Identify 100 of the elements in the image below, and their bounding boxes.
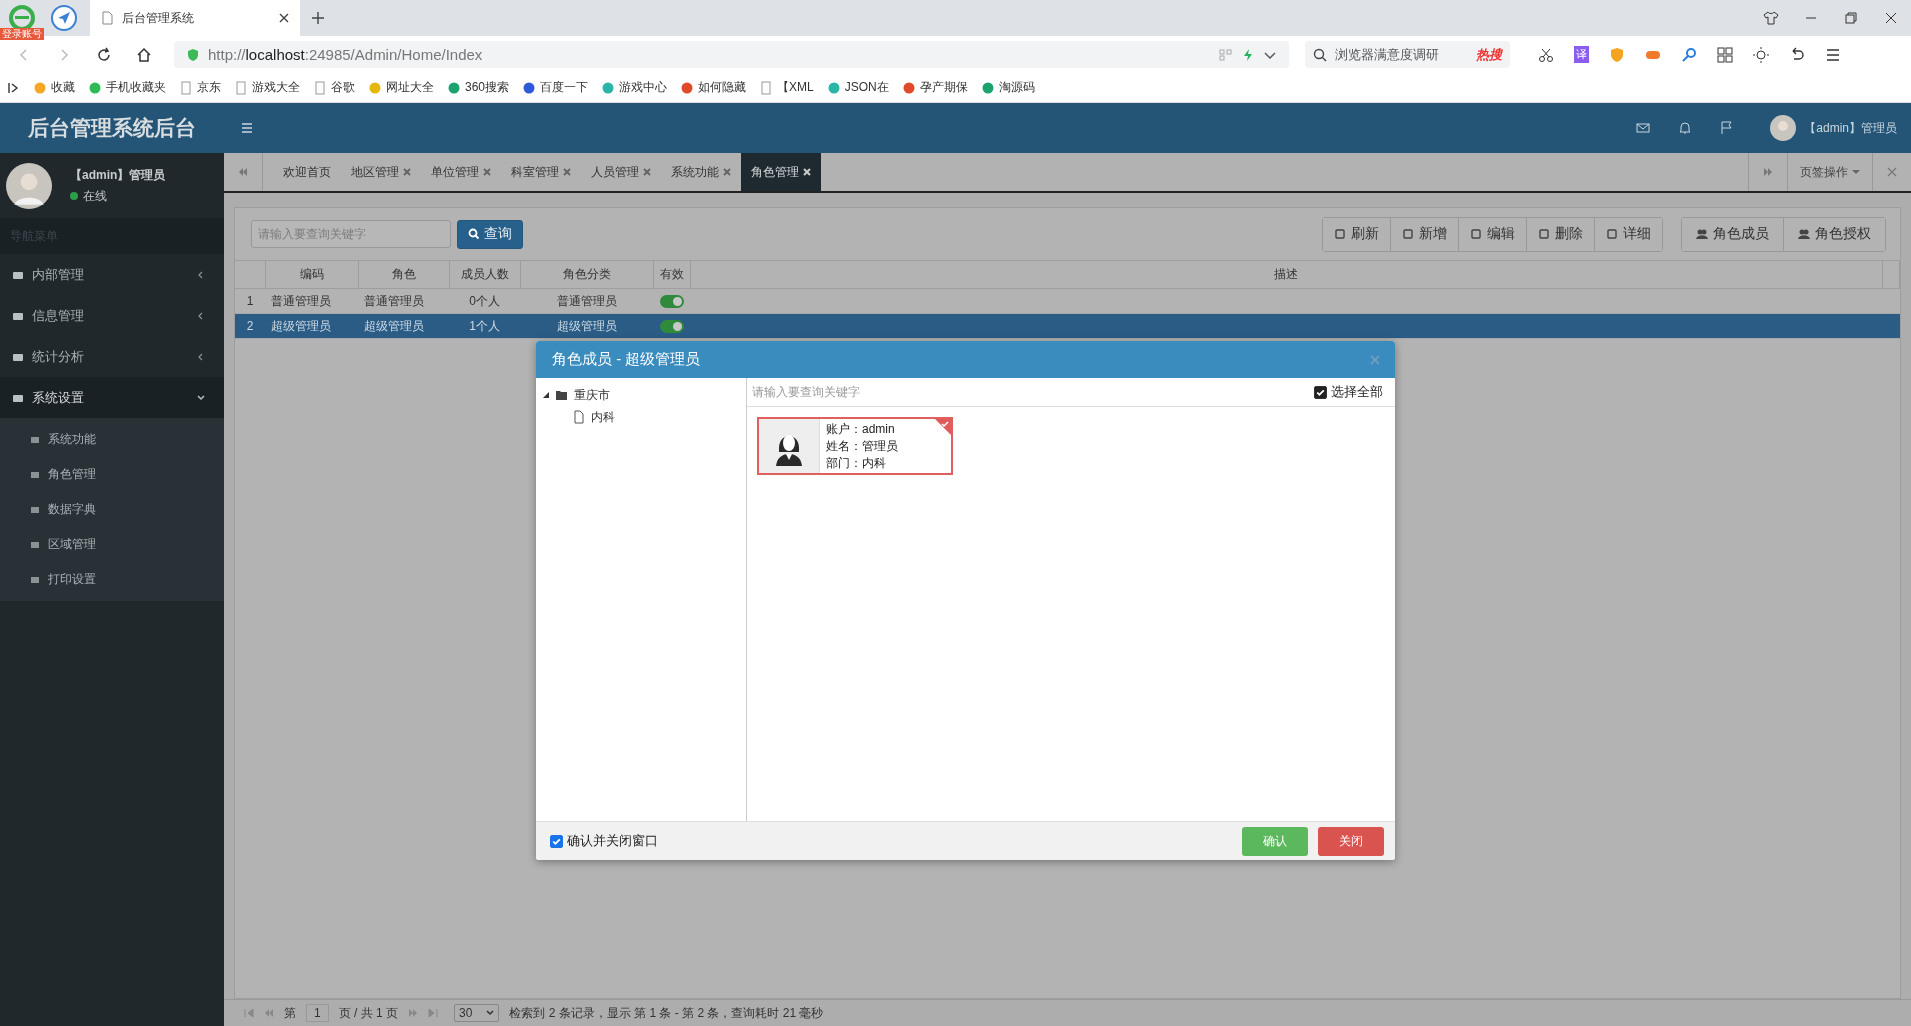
header-user-name[interactable]: 【admin】管理员 bbox=[1804, 119, 1897, 137]
table-cell: 1个人 bbox=[449, 313, 520, 339]
new-tab-icon[interactable] bbox=[310, 10, 326, 26]
search-button[interactable]: 查询 bbox=[457, 219, 523, 249]
sidebar-toggle-icon[interactable] bbox=[8, 81, 20, 94]
bookmark[interactable]: 网址大全 bbox=[368, 79, 434, 96]
user-avatar bbox=[6, 162, 52, 209]
select-all-checkbox[interactable]: 选择全部 bbox=[1314, 383, 1383, 401]
browser-search-field[interactable]: 浏览器满意度调研 热搜 bbox=[1305, 41, 1510, 68]
shirt-icon[interactable] bbox=[1763, 10, 1779, 26]
bookmark[interactable]: 如何隐藏 bbox=[680, 79, 747, 96]
submenu-item[interactable]: 角色管理 bbox=[0, 457, 224, 492]
circle-icon bbox=[901, 80, 916, 95]
table-cell: 普通管理员 bbox=[358, 288, 449, 314]
toolbar-button[interactable]: 角色成员 bbox=[1682, 217, 1784, 251]
pager-info: 检索到 2 条记录，显示 第 1 条 - 第 2 条，查询耗时 21 毫秒 bbox=[509, 1004, 824, 1022]
restore-icon[interactable] bbox=[1843, 10, 1859, 26]
page-tab[interactable]: 地区管理 bbox=[341, 153, 421, 191]
bookmark[interactable]: 百度一下 bbox=[522, 79, 589, 96]
bell-icon[interactable] bbox=[1678, 121, 1693, 135]
compass-icon[interactable] bbox=[50, 4, 78, 32]
page-icon bbox=[179, 80, 193, 95]
page-number-field[interactable]: 1 bbox=[306, 1004, 329, 1022]
member-account: 账户：admin bbox=[826, 420, 896, 438]
page-tab[interactable]: 欢迎首页 bbox=[263, 153, 341, 191]
bookmark[interactable]: 京东 bbox=[179, 79, 221, 96]
sun-icon[interactable] bbox=[1753, 46, 1769, 63]
user-name: 【admin】管理员 bbox=[70, 166, 166, 184]
magnifier-icon[interactable] bbox=[1681, 46, 1697, 63]
bookmark[interactable]: 谷歌 bbox=[313, 79, 355, 96]
toggle-switch[interactable] bbox=[659, 320, 684, 334]
page-tab[interactable]: 单位管理 bbox=[421, 153, 501, 191]
caret-icon bbox=[1852, 168, 1860, 176]
browser-tab[interactable]: 后台管理系统 bbox=[90, 0, 300, 36]
reload-icon[interactable] bbox=[96, 46, 112, 63]
member-card[interactable]: 账户：admin 姓名：管理员 部门：内科 bbox=[757, 417, 953, 475]
column-header[interactable]: 有效 bbox=[653, 260, 690, 289]
bookmark[interactable]: 360搜索 bbox=[447, 79, 510, 96]
page-tab[interactable]: 角色管理 bbox=[741, 153, 821, 191]
column-header[interactable]: 角色 bbox=[358, 260, 449, 289]
grid-icon[interactable] bbox=[1717, 46, 1733, 63]
home-icon[interactable] bbox=[136, 46, 152, 63]
flag-icon[interactable] bbox=[1720, 121, 1735, 135]
menu-item[interactable]: 信息管理 bbox=[0, 295, 224, 336]
toolbar-button[interactable]: 刷新 bbox=[1323, 217, 1391, 251]
bolt-icon[interactable] bbox=[1241, 47, 1255, 62]
close-button[interactable]: 关闭 bbox=[1318, 826, 1384, 856]
tab-operations-dropdown[interactable]: 页签操作 bbox=[1787, 153, 1872, 191]
bookmark[interactable]: 淘源码 bbox=[980, 79, 1035, 96]
login-badge[interactable]: 登录账号 bbox=[0, 28, 44, 40]
column-header[interactable]: 编码 bbox=[265, 260, 358, 289]
bookmark[interactable]: 收藏 bbox=[33, 79, 75, 96]
menu-icon[interactable] bbox=[240, 121, 254, 135]
expander-icon[interactable] bbox=[542, 391, 550, 399]
translate-button[interactable]: 译 bbox=[1574, 46, 1589, 63]
menu-icon[interactable] bbox=[1825, 46, 1841, 63]
toggle-switch[interactable] bbox=[659, 295, 684, 309]
submenu-item-icon bbox=[30, 574, 40, 585]
bookmark[interactable]: 游戏大全 bbox=[234, 79, 300, 96]
tree-node[interactable]: 重庆市 bbox=[542, 384, 740, 406]
table-cell: 0个人 bbox=[449, 288, 520, 314]
bookmark[interactable]: 游戏中心 bbox=[601, 79, 668, 96]
menu-item[interactable]: 系统设置 bbox=[0, 377, 224, 418]
file-icon bbox=[572, 410, 586, 424]
column-header[interactable]: 描述 bbox=[690, 260, 1883, 289]
submenu-item[interactable]: 系统功能 bbox=[0, 422, 224, 457]
page-tab[interactable]: 科室管理 bbox=[501, 153, 581, 191]
square-icon bbox=[1606, 228, 1618, 240]
hot-search-label[interactable]: 热搜 bbox=[1476, 45, 1502, 64]
bookmark[interactable]: JSON在 bbox=[826, 79, 889, 96]
page-icon bbox=[100, 11, 114, 25]
chevron-down-icon bbox=[196, 392, 206, 403]
page-size-dropdown[interactable]: 30 bbox=[454, 1004, 500, 1022]
confirm-close-checkbox[interactable]: 确认并关闭窗口 bbox=[550, 832, 658, 850]
table-row[interactable]: 1 普通管理员 普通管理员 0个人 普通管理员 bbox=[235, 288, 1900, 314]
column-header[interactable]: 角色分类 bbox=[520, 260, 653, 289]
tree-node[interactable]: 内科 bbox=[542, 406, 740, 428]
menu-item[interactable]: 统计分析 bbox=[0, 336, 224, 377]
shield-icon[interactable] bbox=[1609, 46, 1625, 63]
page-icon bbox=[759, 80, 774, 95]
close-icon[interactable] bbox=[1883, 10, 1899, 26]
address-bar[interactable]: http://localhost:24985/Admin/Home/Index bbox=[174, 41, 1289, 68]
submenu-item[interactable]: 区域管理 bbox=[0, 527, 224, 562]
scissors-icon[interactable] bbox=[1538, 46, 1554, 63]
user-avatar[interactable] bbox=[1770, 115, 1797, 141]
circle-icon bbox=[680, 80, 695, 95]
square-icon bbox=[1334, 228, 1346, 240]
pager-label: 第 bbox=[284, 1004, 296, 1022]
bookmark[interactable]: 孕产期保 bbox=[901, 79, 968, 96]
users-icon bbox=[1798, 228, 1810, 240]
submenu-item[interactable]: 打印设置 bbox=[0, 562, 224, 597]
submenu-item[interactable]: 数据字典 bbox=[0, 492, 224, 527]
column-header[interactable]: 成员人数 bbox=[449, 260, 520, 289]
bookmark[interactable]: 手机收藏夹 bbox=[88, 79, 166, 96]
bookmark[interactable]: 【XML bbox=[759, 79, 814, 96]
mail-icon[interactable] bbox=[1636, 121, 1651, 135]
menu-item[interactable]: 内部管理 bbox=[0, 254, 224, 295]
close-icon[interactable] bbox=[278, 12, 290, 24]
page-tab[interactable]: 系统功能 bbox=[661, 153, 741, 191]
page-tab[interactable]: 人员管理 bbox=[581, 153, 661, 191]
